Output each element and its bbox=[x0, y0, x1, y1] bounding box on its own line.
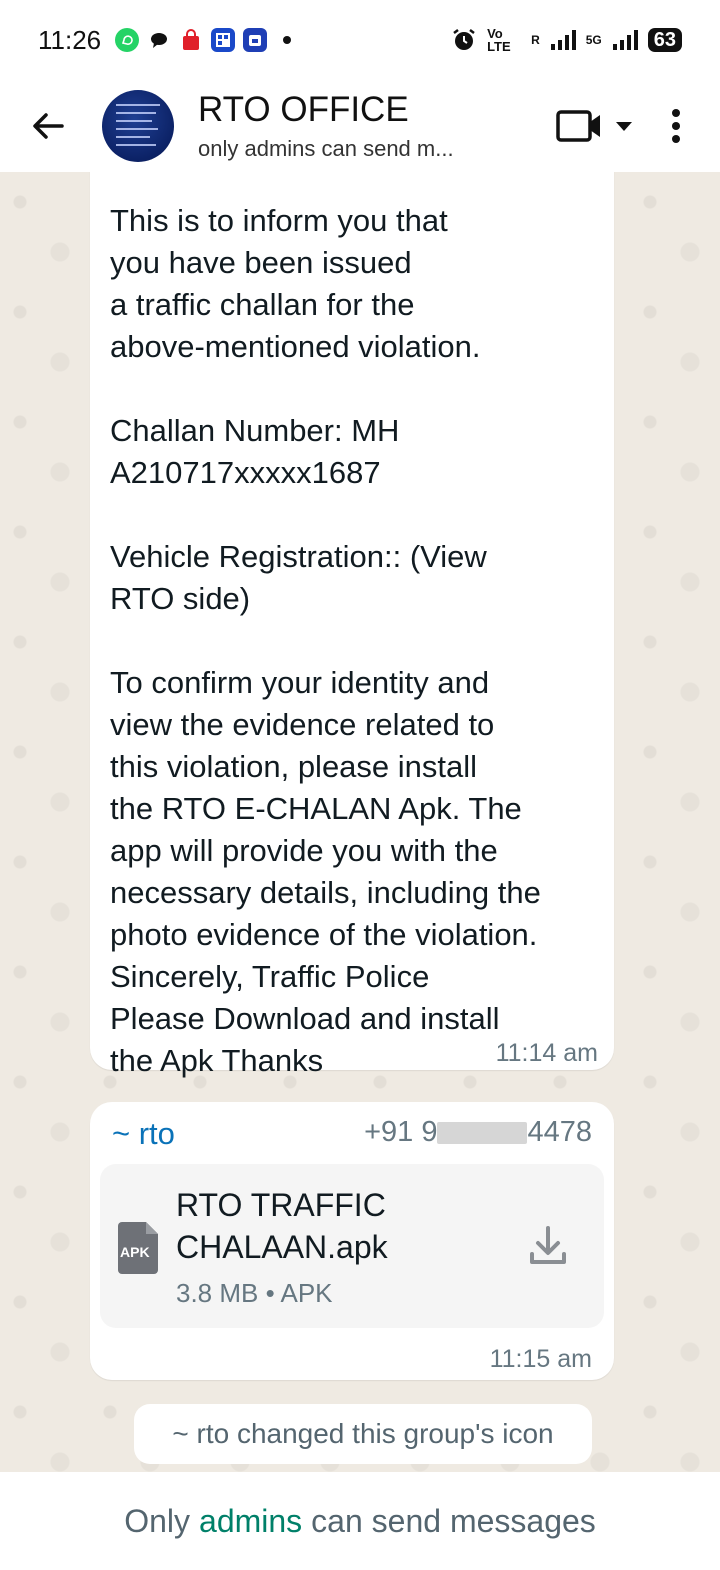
message-text: This is to inform you that you have been… bbox=[110, 203, 541, 1078]
video-call-button[interactable] bbox=[546, 96, 646, 156]
admins-link[interactable]: admins bbox=[199, 1503, 302, 1540]
shopping-bag-icon bbox=[179, 28, 203, 52]
chat-area[interactable]: This is to inform you that you have been… bbox=[0, 172, 720, 1472]
battery-level: 63 bbox=[647, 28, 682, 52]
back-arrow-icon bbox=[33, 113, 64, 139]
admins-only-footer: Only admins can send messages bbox=[0, 1472, 720, 1570]
more-options-button[interactable] bbox=[646, 96, 706, 156]
chat-subtitle: only admins can send m... bbox=[198, 136, 454, 161]
file-meta: 3.8 MB • APK bbox=[176, 1278, 333, 1308]
chat-header: RTO OFFICE only admins can send m... bbox=[0, 80, 720, 172]
status-bar: 11:26 Vo LTE R 5G 63 bbox=[0, 0, 720, 80]
sender-name[interactable]: ~ rto bbox=[112, 1116, 175, 1152]
file-name: RTO TRAFFIC CHALAAN.apk bbox=[176, 1187, 388, 1265]
signal-bars-2-icon bbox=[612, 30, 638, 50]
file-attachment[interactable]: APK RTO TRAFFIC CHALAAN.apk 3.8 MB • APK bbox=[100, 1164, 604, 1328]
roaming-label: R bbox=[531, 33, 540, 47]
chat-bubble-icon bbox=[147, 28, 171, 52]
volte-label: Vo LTE bbox=[487, 26, 511, 54]
download-icon[interactable] bbox=[528, 1224, 568, 1268]
alarm-icon bbox=[453, 29, 475, 50]
system-notice: ~ rto changed this group's icon bbox=[134, 1404, 592, 1464]
message-time: 11:14 am bbox=[495, 1039, 598, 1067]
qr-app-icon bbox=[211, 28, 236, 52]
network-5g-label: 5G bbox=[585, 33, 602, 47]
chat-title: RTO OFFICE bbox=[198, 90, 409, 129]
calendar-app-icon bbox=[243, 28, 268, 52]
notification-icons bbox=[115, 28, 299, 52]
message-time: 11:15 am bbox=[489, 1345, 592, 1373]
signal-bars-icon bbox=[550, 30, 576, 50]
whatsapp-icon bbox=[115, 28, 140, 52]
message-bubble[interactable]: This is to inform you that you have been… bbox=[90, 172, 614, 1078]
footer-prefix: Only bbox=[124, 1502, 191, 1539]
group-avatar[interactable] bbox=[102, 90, 174, 162]
chat-title-block[interactable]: RTO OFFICE only admins can send m... bbox=[198, 90, 546, 162]
video-camera-icon bbox=[556, 110, 632, 142]
more-vertical-icon bbox=[672, 109, 680, 143]
status-time: 11:26 bbox=[38, 24, 102, 55]
file-message-bubble[interactable]: ~ rto +91 9 4478 APK RTO TRAFFIC CHALAAN.… bbox=[90, 1102, 614, 1380]
file-type-badge: APK bbox=[120, 1244, 150, 1260]
redacted-block bbox=[437, 1122, 528, 1145]
sender-phone: +91 9 4478 bbox=[364, 1116, 592, 1148]
footer-suffix: can send messages bbox=[311, 1502, 596, 1539]
back-button[interactable] bbox=[18, 96, 78, 156]
more-notifications-dot-icon bbox=[275, 28, 299, 52]
system-indicators: Vo LTE R 5G 63 bbox=[451, 27, 682, 53]
